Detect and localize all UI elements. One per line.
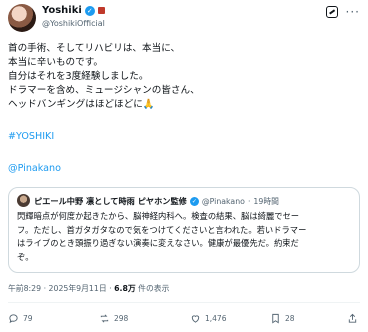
view-count: 6.8万 [114,284,136,293]
post-timestamp[interactable]: 午前8:29 · 2025年9月11日 · [8,284,114,293]
share-button[interactable] [347,313,358,324]
heart-icon [191,315,200,323]
quote-text: 閃輝暗点が何度か起きたから、脳神経内科へ。検査の結果、脳は綺麗でセー フ。ただし… [17,210,353,264]
quote-line: ぞ。 [17,251,34,262]
post-text: 首の手術、そしてリハビリは、本当に、 本当に辛いものです。 自分はそれを3度経験… [8,42,360,112]
author-name[interactable]: Yoshiki [42,5,82,16]
hashtag-link[interactable]: #YOSHIKI [8,131,54,142]
quote-author-handle: @Pinakano [201,196,245,206]
action-bar: 79 298 1,476 28 [8,313,360,327]
verified-icon: ✓ [189,196,199,206]
reply-count: 79 [23,314,33,323]
repost-count: 298 [114,314,129,323]
quoted-post[interactable]: ピエール中野 凛として時雨 ピヤホン監修 ✓ @Pinakano · 19時間 … [8,187,360,273]
post-line: 首の手術、そしてリハビリは、本当に、 [8,43,181,54]
quote-line: フ。ただし、首ガタガタなので気をつけてくださいと言われた。若いドラマー [17,224,307,235]
bookmark-icon [272,313,279,324]
like-button[interactable]: 1,476 [190,313,226,324]
more-options-icon[interactable]: ··· [346,6,360,18]
header-actions: ··· [325,6,360,18]
share-icon [348,313,357,323]
quote-timestamp: 19時間 [253,196,279,206]
quote-header: ピエール中野 凛として時雨 ピヤホン監修 ✓ @Pinakano · 19時間 [34,195,279,207]
bookmark-button[interactable]: 28 [270,313,295,324]
like-count: 1,476 [205,314,227,323]
verified-icon[interactable]: ✓ [84,5,95,16]
bookmark-count: 28 [285,314,295,323]
grok-icon[interactable] [325,6,338,18]
post-line: 本当に辛いものです。 [8,57,103,68]
quote-avatar [17,194,30,207]
affiliate-badge-icon[interactable] [97,7,105,14]
mention-link[interactable]: @Pinakano [8,163,61,174]
post-line: ヘッドバンギングはほどほどに🙏 [8,99,155,110]
reply-icon [9,314,18,324]
author-handle[interactable]: @YoshikiOfficial [42,19,105,28]
post-line: 自分はそれを3度経験しました。 [8,71,149,82]
post-header: Yoshiki ✓ @YoshikiOfficial ··· [8,4,360,34]
quote-line: 閃輝暗点が何度か起きたから、脳神経内科へ。検査の結果、脳は綺麗でセー [17,211,300,221]
quote-line: はライブのとき頭振り過ぎない演奏に変えなさい。健康が最優先だ。約束だ [17,238,299,248]
avatar[interactable] [8,4,36,32]
reply-button[interactable]: 79 [8,313,33,324]
repost-button[interactable]: 298 [99,313,128,324]
divider [8,302,360,303]
post-line: ドラマーを含め、ミュージシャンの皆さん、 [8,85,200,96]
repost-icon [100,314,109,323]
post-meta: 午前8:29 · 2025年9月11日 · 6.8万 件の表示 [8,283,169,294]
quote-author-name: ピエール中野 凛として時雨 ピヤホン監修 [34,196,187,206]
separator-dot: · [247,196,251,206]
view-count-label: 件の表示 [135,284,170,293]
author-name-row: Yoshiki ✓ [42,5,105,16]
